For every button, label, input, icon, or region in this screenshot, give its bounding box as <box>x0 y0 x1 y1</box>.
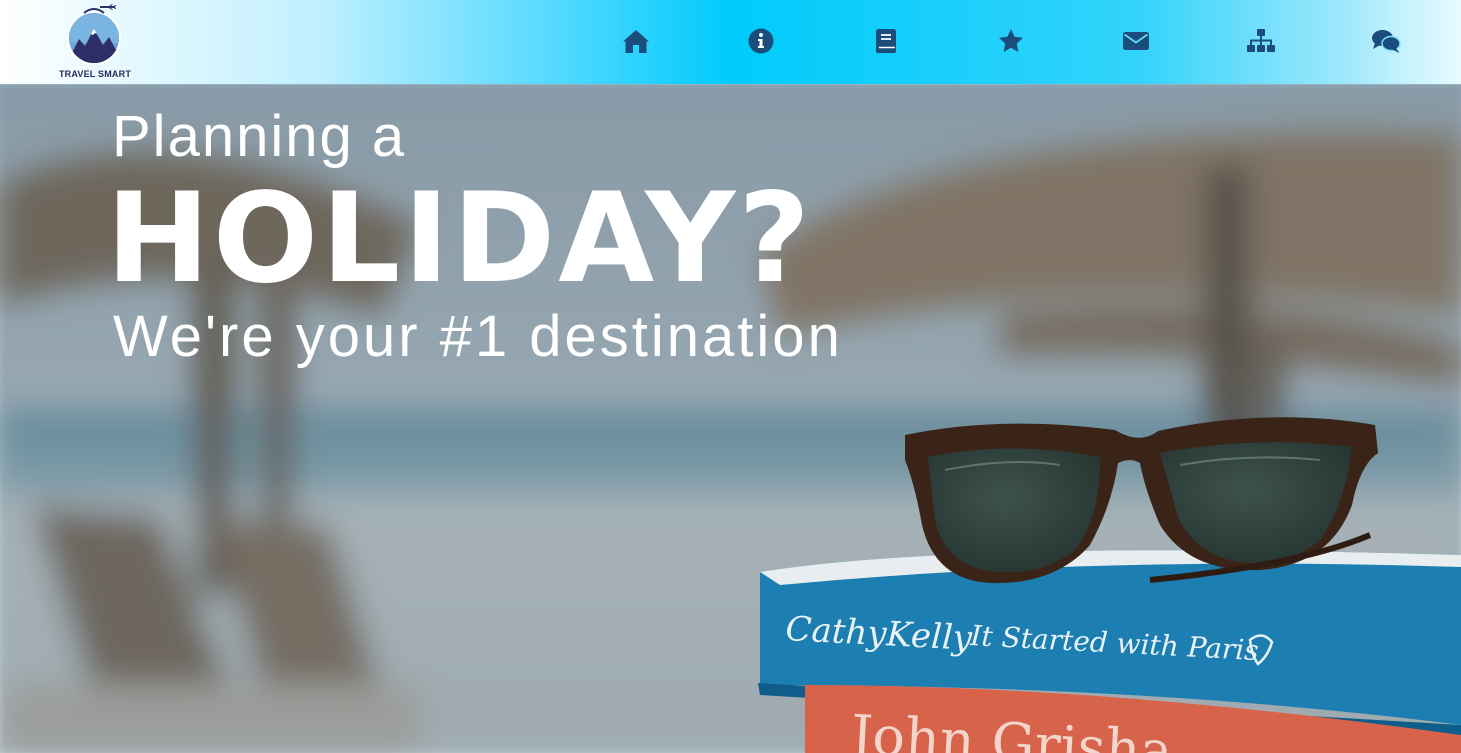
home-icon <box>623 30 649 53</box>
top-navbar: TRAVEL SMART <box>0 0 1461 85</box>
book-icon <box>876 29 896 53</box>
nav-chat[interactable] <box>1371 26 1401 56</box>
brand-logo[interactable]: TRAVEL SMART <box>54 3 136 81</box>
hero-line-planning: Planning a <box>112 104 407 169</box>
sitemap-icon <box>1247 29 1275 52</box>
envelope-icon <box>1123 32 1149 50</box>
brand-name: TRAVEL SMART <box>58 69 132 79</box>
nav-sitemap[interactable] <box>1246 26 1276 56</box>
comments-icon <box>1372 30 1401 53</box>
travel-smart-logo-icon <box>67 4 121 65</box>
info-icon <box>748 28 774 54</box>
hero-line-holiday: HOLIDAY? <box>106 167 814 311</box>
hero-banner: CathyKelly It Started with Paris John Gr… <box>0 85 1461 753</box>
nav-guides[interactable] <box>871 26 901 56</box>
hero-line-destination: We're your #1 destination <box>113 304 843 369</box>
nav-about[interactable] <box>746 26 776 56</box>
nav-contact[interactable] <box>1121 26 1151 56</box>
nav-home[interactable] <box>621 26 651 56</box>
nav-favorites[interactable] <box>996 26 1026 56</box>
star-icon <box>999 29 1023 52</box>
